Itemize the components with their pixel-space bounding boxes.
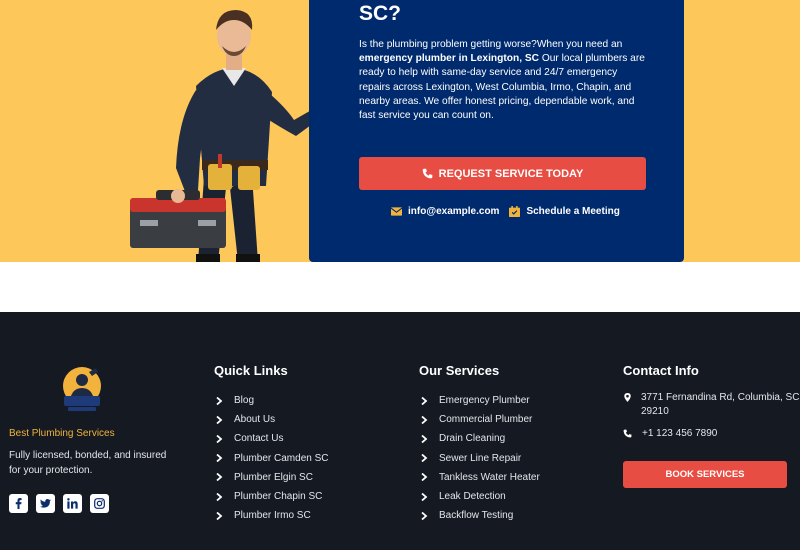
service-link-label: Emergency Plumber (439, 395, 530, 407)
chevron-right-icon (420, 415, 432, 424)
quick-link-label: Blog (234, 395, 255, 407)
service-link-item[interactable]: Emergency Plumber (419, 391, 540, 410)
linkedin-icon (67, 498, 78, 509)
social-links (9, 494, 109, 513)
service-link-item[interactable]: Backflow Testing (419, 506, 540, 525)
address-row: 3771 Fernandina Rd, Columbia, SC 29210 (623, 391, 800, 419)
request-service-label: REQUEST SERVICE TODAY (438, 167, 584, 180)
chevron-right-icon (420, 473, 432, 482)
quick-link-item[interactable]: About Us (214, 410, 328, 429)
service-link-item[interactable]: Tankless Water Heater (419, 468, 540, 487)
book-services-button[interactable]: BOOK SERVICES (623, 461, 787, 488)
quick-link-item[interactable]: Plumber Irmo SC (214, 506, 328, 525)
schedule-text: Schedule a Meeting (526, 206, 620, 217)
service-link-item[interactable]: Leak Detection (419, 487, 540, 506)
email-text: info@example.com (408, 206, 500, 217)
service-link-item[interactable]: Drain Cleaning (419, 429, 540, 448)
services-list: Emergency Plumber Commercial Plumber Drain… (419, 391, 540, 525)
quick-link-label: Plumber Elgin SC (234, 471, 313, 483)
chevron-right-icon (215, 396, 227, 405)
calendar-icon (509, 206, 521, 217)
chevron-right-icon (215, 415, 227, 424)
hero-section: SC? Is the plumbing problem getting wors… (0, 0, 800, 262)
company-logo[interactable] (58, 366, 106, 414)
quick-links-column: Quick Links Blog About Us Contact Us Plumbe… (214, 363, 328, 525)
chevron-right-icon (420, 511, 432, 520)
twitter-icon (40, 499, 51, 508)
service-link-label: Leak Detection (439, 491, 506, 503)
card-body: Is the plumbing problem getting worse?Wh… (359, 38, 649, 123)
twitter-button[interactable] (36, 494, 55, 513)
about-text: Fully licensed, bonded, and insured for … (9, 450, 167, 476)
quick-links-list: Blog About Us Contact Us Plumber Camden SC P… (214, 391, 328, 525)
service-link-item[interactable]: Commercial Plumber (419, 410, 540, 429)
service-link-label: Backflow Testing (439, 510, 514, 522)
instagram-icon (94, 498, 105, 509)
quick-link-item[interactable]: Plumber Elgin SC (214, 468, 328, 487)
service-link-label: Tankless Water Heater (439, 471, 540, 483)
quick-link-item[interactable]: Contact Us (214, 429, 328, 448)
service-link-label: Drain Cleaning (439, 433, 506, 445)
contact-title: Contact Info (623, 363, 699, 378)
facebook-button[interactable] (9, 494, 28, 513)
quick-link-label: About Us (234, 414, 276, 426)
body-text-bold: emergency plumber in Lexington, SC (359, 53, 540, 65)
quick-link-label: Plumber Irmo SC (234, 510, 311, 522)
contact-links: info@example.com Schedule a Meeting (391, 206, 620, 217)
address-text: 3771 Fernandina Rd, Columbia, SC 29210 (641, 392, 800, 417)
request-service-button[interactable]: REQUEST SERVICE TODAY (359, 157, 646, 190)
phone-icon (422, 168, 432, 179)
quick-link-item[interactable]: Plumber Camden SC (214, 449, 328, 468)
facebook-icon (15, 498, 22, 509)
chevron-right-icon (215, 434, 227, 443)
chevron-right-icon (420, 434, 432, 443)
schedule-meeting-link[interactable]: Schedule a Meeting (509, 206, 620, 217)
map-pin-icon (623, 391, 632, 419)
chevron-right-icon (420, 454, 432, 463)
phone-text: +1 123 456 7890 (642, 428, 718, 439)
quick-link-item[interactable]: Plumber Chapin SC (214, 487, 328, 506)
service-link-label: Commercial Plumber (439, 414, 533, 426)
envelope-icon (391, 207, 402, 216)
quick-link-item[interactable]: Blog (214, 391, 328, 410)
site-footer: Best Plumbing Services Fully licensed, b… (0, 312, 800, 550)
chevron-right-icon (215, 511, 227, 520)
linkedin-button[interactable] (63, 494, 82, 513)
card-title: SC? (359, 2, 401, 25)
body-text-pre: Is the plumbing problem getting worse?Wh… (359, 39, 623, 50)
brand-name: Best Plumbing Services (9, 428, 115, 439)
quick-link-label: Plumber Camden SC (234, 452, 329, 464)
chevron-right-icon (215, 492, 227, 501)
contact-column: Contact Info 3771 Fernandina Rd, Columbi… (623, 363, 800, 451)
services-column: Our Services Emergency Plumber Commercial… (419, 363, 540, 525)
plumber-photo (130, 10, 337, 262)
service-link-item[interactable]: Sewer Line Repair (419, 449, 540, 468)
service-link-label: Sewer Line Repair (439, 452, 522, 464)
chevron-right-icon (420, 396, 432, 405)
quick-links-title: Quick Links (214, 363, 288, 378)
instagram-button[interactable] (90, 494, 109, 513)
phone-row[interactable]: +1 123 456 7890 (623, 427, 800, 443)
phone-icon (623, 427, 633, 443)
chevron-right-icon (215, 473, 227, 482)
email-link[interactable]: info@example.com (391, 206, 499, 217)
quick-link-label: Contact Us (234, 433, 284, 445)
chevron-right-icon (420, 492, 432, 501)
services-title: Our Services (419, 363, 500, 378)
service-card: SC? Is the plumbing problem getting wors… (309, 0, 684, 262)
quick-link-label: Plumber Chapin SC (234, 491, 323, 503)
chevron-right-icon (215, 454, 227, 463)
